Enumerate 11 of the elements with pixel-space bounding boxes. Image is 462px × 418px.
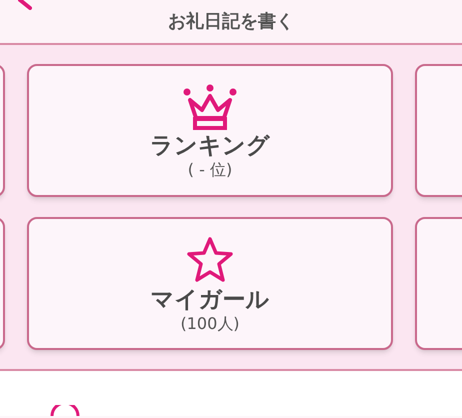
menu-label: ランキング <box>150 132 270 160</box>
menu-card[interactable]: マイガール (100人) <box>27 217 393 350</box>
menu-count: (100人) <box>180 314 240 334</box>
menu-count: ( - 位) <box>188 160 232 180</box>
menu-card[interactable] <box>415 64 462 197</box>
menu-label: マイガール <box>150 286 270 314</box>
menu-card[interactable]: ランキング ( - 位) <box>27 64 393 197</box>
crown-icon <box>182 84 238 130</box>
star-icon <box>185 236 235 284</box>
menu-card[interactable] <box>415 217 462 350</box>
header-title: お礼日記を書く <box>168 10 294 34</box>
